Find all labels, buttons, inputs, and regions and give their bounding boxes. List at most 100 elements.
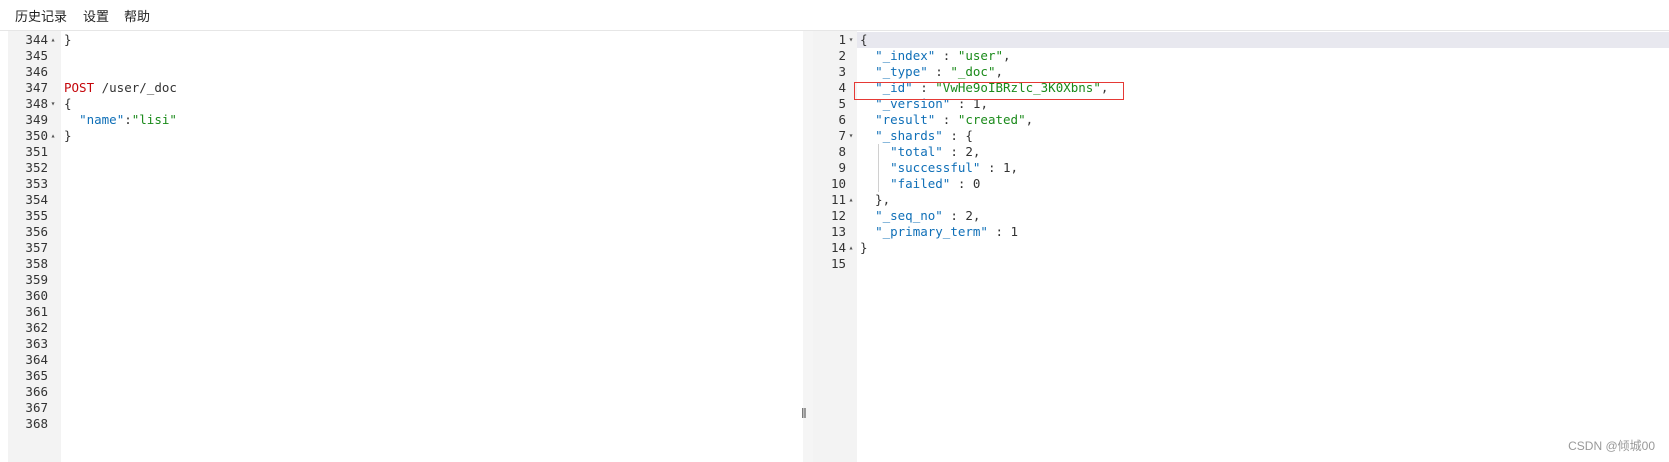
json-punct: , <box>1010 160 1019 175</box>
code-line: "_shards" : { <box>860 128 973 144</box>
resize-handle-icon[interactable]: ‖ <box>801 405 807 421</box>
json-key: "_seq_no" <box>875 208 943 223</box>
json-colon: : <box>950 176 973 191</box>
json-colon: : <box>124 112 132 127</box>
menu-history[interactable]: 历史记录 <box>15 6 67 25</box>
json-key: "_type" <box>875 64 928 79</box>
line-number: 348 <box>25 96 48 111</box>
line-number: 364 <box>25 352 48 367</box>
json-number-value: 0 <box>972 176 981 191</box>
line-number: 12 <box>830 208 846 223</box>
json-string-value: "_doc" <box>950 64 996 79</box>
request-editor[interactable]: 344 ▴ 345 346 347 348 ▾ 349 350 ▴ 351 352 353 354 355 3… <box>8 31 803 462</box>
json-colon: : <box>935 48 958 63</box>
line-number: 1 <box>838 32 846 47</box>
line-number: 346 <box>25 64 48 79</box>
json-colon: : <box>927 64 951 79</box>
code-line: }, <box>860 192 890 208</box>
fold-open-icon[interactable]: ▾ <box>847 128 855 144</box>
fold-open-icon[interactable]: ▾ <box>49 96 57 112</box>
line-number: 355 <box>25 208 48 223</box>
code-line: "result" : "created", <box>860 112 1033 128</box>
code-line: } <box>64 128 72 144</box>
menu-bar: 历史记录 设置 帮助 <box>0 0 1669 31</box>
json-string-value: "created" <box>957 112 1026 127</box>
code-line: "_seq_no" : 2, <box>860 208 980 224</box>
line-number: 349 <box>25 112 48 127</box>
code-line: } <box>64 32 72 48</box>
line-number: 359 <box>25 272 48 287</box>
response-viewer-gutter: 1 ▾ 2 3 4 5 6 7 ▾ 8 9 10 11 ▴ 12 13 14 ▴ 15 <box>813 31 857 462</box>
fold-close-icon[interactable]: ▴ <box>49 32 57 48</box>
json-colon: : <box>987 224 1011 239</box>
line-number: 352 <box>25 160 48 175</box>
line-number: 5 <box>838 96 846 111</box>
code-text: } <box>860 240 868 255</box>
line-number: 360 <box>25 288 48 303</box>
json-colon: : <box>935 112 958 127</box>
menu-settings[interactable]: 设置 <box>83 6 109 25</box>
json-string-value: "user" <box>957 48 1004 63</box>
menu-help[interactable]: 帮助 <box>124 6 150 25</box>
json-key: "failed" <box>890 176 951 191</box>
json-number-value: 2 <box>965 208 973 223</box>
pane-divider[interactable] <box>803 31 813 462</box>
response-viewer: 1 ▾ 2 3 4 5 6 7 ▾ 8 9 10 11 ▴ 12 13 14 ▴ 15 { "_index" : "… <box>813 31 1669 462</box>
fold-open-icon[interactable]: ▾ <box>847 32 855 48</box>
line-number: 351 <box>25 144 48 159</box>
code-line: { <box>860 32 868 48</box>
json-punct: , <box>995 64 1004 79</box>
json-number-value: 2 <box>965 144 973 159</box>
code-text: { <box>64 96 72 111</box>
code-line: "_primary_term" : 1 <box>860 224 1018 240</box>
fold-close-icon[interactable]: ▴ <box>49 128 57 144</box>
json-punct: { <box>965 128 973 143</box>
line-number: 350 <box>25 128 48 143</box>
line-number: 361 <box>25 304 48 319</box>
code-line: POST /user/_doc <box>64 80 177 96</box>
request-editor-code[interactable]: } POST /user/_doc{ "name":"lisi"} <box>61 31 803 462</box>
line-number: 357 <box>25 240 48 255</box>
code-line: } <box>860 240 868 256</box>
json-key: "result" <box>875 112 936 127</box>
code-text: } <box>64 128 72 143</box>
line-number: 365 <box>25 368 48 383</box>
line-number: 9 <box>838 160 846 175</box>
request-editor-gutter: 344 ▴ 345 346 347 348 ▾ 349 350 ▴ 351 352 353 354 355 3… <box>8 31 61 462</box>
json-key: "total" <box>890 144 943 159</box>
line-number: 345 <box>25 48 48 63</box>
active-line-highlight <box>857 32 1669 48</box>
line-number: 368 <box>25 416 48 431</box>
line-number: 2 <box>838 48 846 63</box>
code-line: "name":"lisi" <box>64 112 177 128</box>
json-key: "_index" <box>875 48 936 63</box>
line-number: 347 <box>25 80 48 95</box>
line-number: 362 <box>25 320 48 335</box>
line-number: 3 <box>838 64 846 79</box>
json-key: "successful" <box>890 160 981 175</box>
line-number: 356 <box>25 224 48 239</box>
fold-close-icon[interactable]: ▴ <box>847 240 855 256</box>
line-number: 10 <box>830 176 846 191</box>
code-text: { <box>860 32 868 47</box>
id-highlight-box <box>854 82 1124 100</box>
line-number: 4 <box>838 80 846 95</box>
json-punct: , <box>1003 48 1011 63</box>
line-number: 344 <box>25 32 48 47</box>
json-colon: : <box>980 160 1003 175</box>
line-number: 358 <box>25 256 48 271</box>
line-number: 366 <box>25 384 48 399</box>
fold-close-icon[interactable]: ▴ <box>847 192 855 208</box>
line-number: 13 <box>830 224 846 239</box>
indent-guide <box>878 144 879 192</box>
request-path: /user/_doc <box>94 80 177 95</box>
line-number: 7 <box>838 128 846 143</box>
json-key: "_shards" <box>875 128 943 143</box>
line-number: 6 <box>838 112 846 127</box>
